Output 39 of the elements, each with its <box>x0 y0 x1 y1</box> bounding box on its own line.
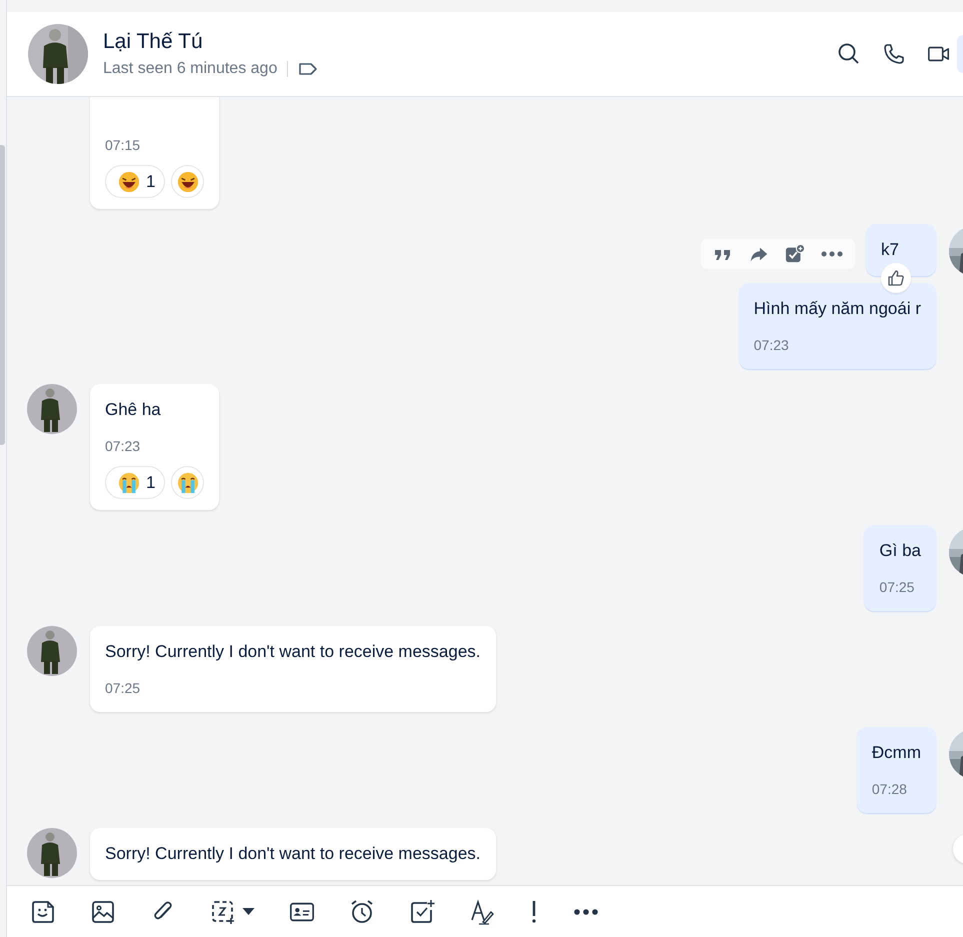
checklist-add-icon[interactable] <box>409 898 435 924</box>
message-time: 07:15 <box>105 136 142 154</box>
sticker-icon[interactable] <box>30 898 56 924</box>
add-task-icon[interactable] <box>785 244 805 264</box>
laughing-emoji-icon <box>118 170 140 192</box>
message-time: 07:25 <box>879 578 916 596</box>
caret-icon[interactable] <box>242 908 255 916</box>
crying-emoji-icon <box>118 472 140 494</box>
message-text: Hình mấy năm ngoái r <box>754 298 921 320</box>
more-icon[interactable] <box>573 908 599 916</box>
message-time: 07:23 <box>754 336 790 354</box>
contact-name: Lại Thế Tú <box>103 30 204 54</box>
reaction-button[interactable] <box>171 165 204 198</box>
reaction-count-button[interactable]: 1 <box>105 466 166 499</box>
message-text: Đcmm <box>872 742 921 764</box>
thumbs-up-icon <box>886 268 906 288</box>
message-text: k7 <box>881 239 900 261</box>
crying-emoji-icon <box>176 472 199 494</box>
laughing-emoji-icon <box>176 170 199 192</box>
message-time: 07:25 <box>105 679 142 697</box>
message-text: Ghê ha <box>105 399 162 421</box>
last-seen-status: Last seen 6 minutes ago <box>103 60 278 78</box>
message-text: Sorry! Currently I don't want to receive messages. <box>105 641 481 663</box>
screenshot-icon[interactable] <box>210 898 236 924</box>
reaction-count-button[interactable]: 1 <box>105 165 166 198</box>
alarm-clock-icon[interactable] <box>349 898 375 924</box>
image-icon[interactable] <box>90 898 116 924</box>
more-icon[interactable] <box>821 250 843 258</box>
scrollbar-thumb[interactable] <box>0 145 5 445</box>
message-time: 07:23 <box>105 437 142 455</box>
like-button[interactable] <box>881 263 911 293</box>
phone-icon[interactable] <box>882 42 906 66</box>
search-icon[interactable] <box>837 42 861 66</box>
message-text: Gì ba <box>879 540 921 562</box>
message-text: Sorry! Currently I don't want to receive messages. <box>105 843 481 865</box>
message-time: 07:28 <box>872 780 908 798</box>
text-format-icon[interactable] <box>469 898 495 924</box>
panel-toggle-button[interactable] <box>957 35 963 73</box>
tag-icon[interactable] <box>298 62 318 76</box>
